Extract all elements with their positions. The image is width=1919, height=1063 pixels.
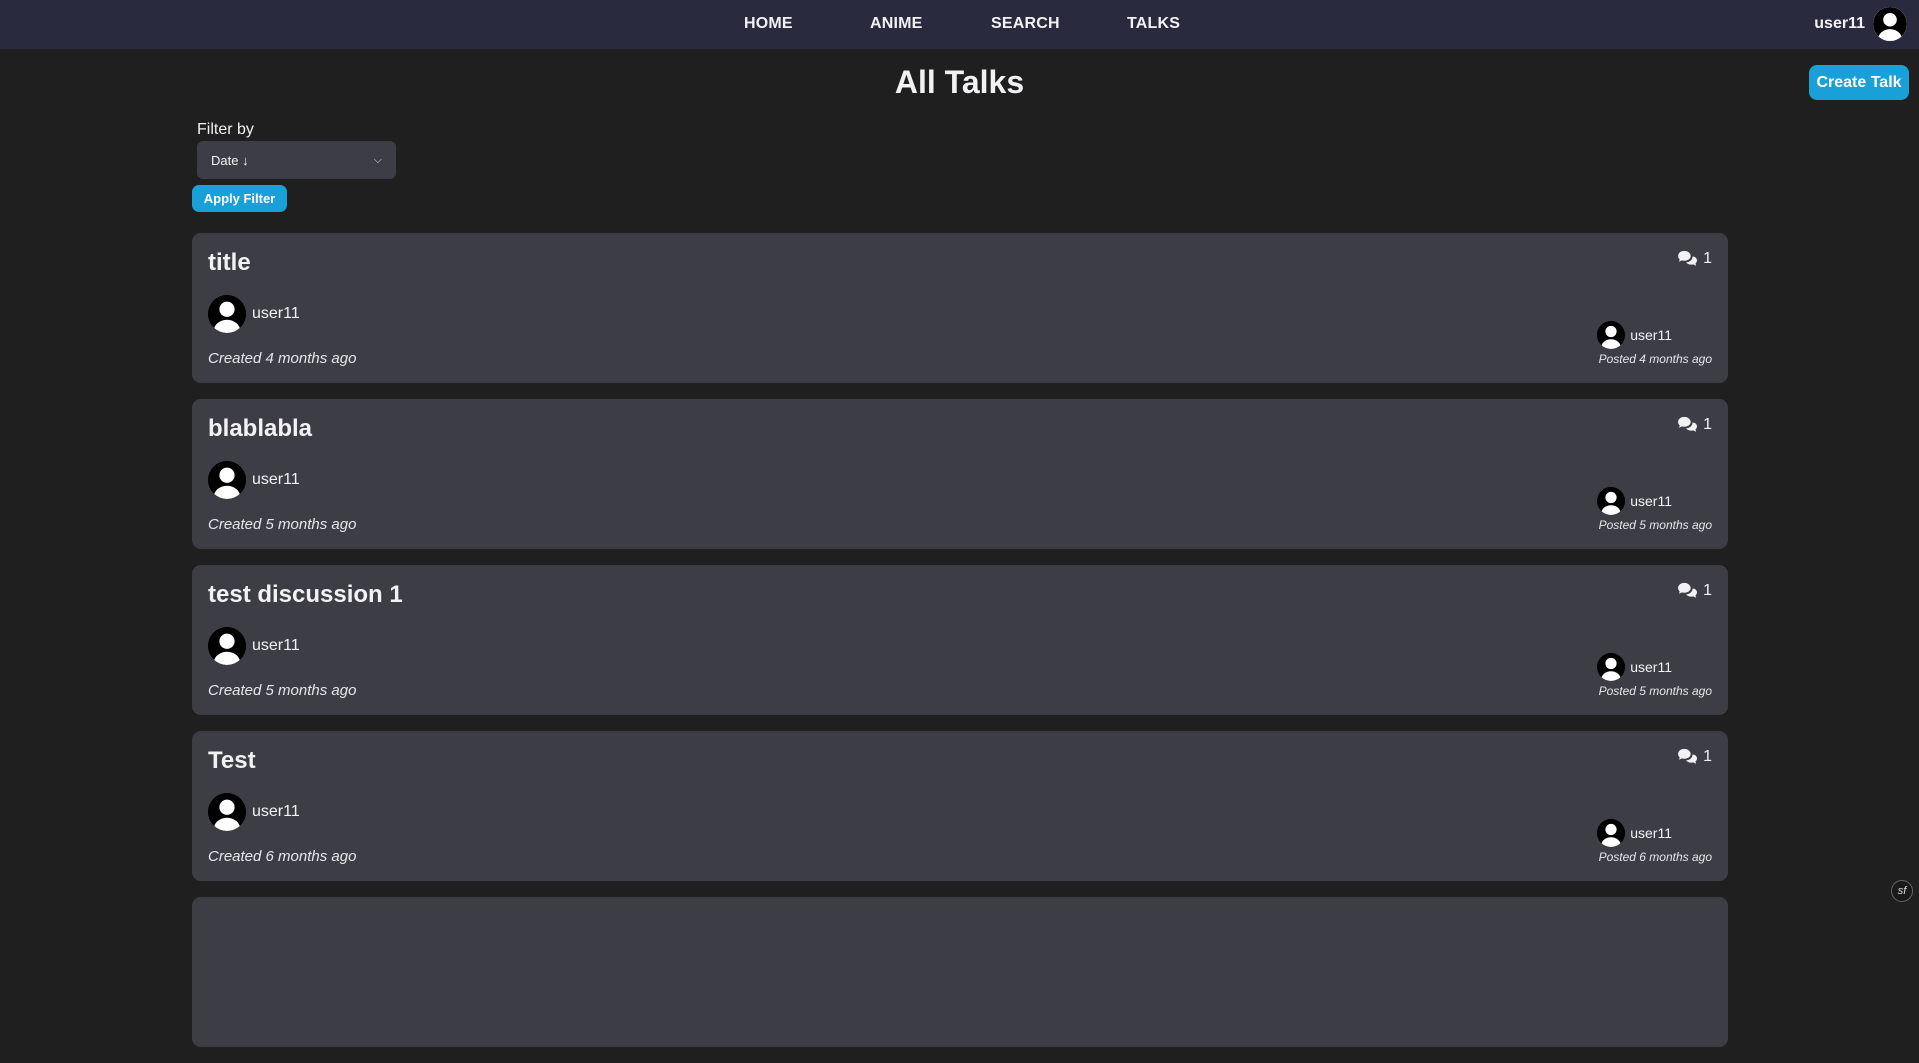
filter-select[interactable]: Date ↓ ⌵ bbox=[197, 141, 396, 179]
nav-link-talks[interactable]: TALKS bbox=[1127, 15, 1180, 33]
nav-link-home[interactable]: HOME bbox=[744, 15, 793, 33]
last-post-date: Posted 5 months ago bbox=[1599, 684, 1712, 698]
filter-selected-value: Date ↓ bbox=[211, 153, 249, 168]
talk-title[interactable]: test discussion 1 bbox=[208, 581, 403, 609]
comments-icon bbox=[1677, 250, 1699, 268]
talk-author-name: user11 bbox=[252, 803, 300, 821]
user-avatar-icon bbox=[208, 461, 246, 499]
comments-icon bbox=[1677, 582, 1699, 600]
last-post-author[interactable]: user11 bbox=[1597, 819, 1672, 847]
nav-link-anime[interactable]: ANIME bbox=[870, 15, 923, 33]
user-avatar-icon bbox=[1597, 653, 1625, 681]
talk-created-date: Created 5 months ago bbox=[208, 682, 356, 699]
symfony-icon[interactable]: sf bbox=[1891, 880, 1913, 902]
talk-author-name: user11 bbox=[252, 305, 300, 323]
talk-title[interactable]: title bbox=[208, 249, 251, 277]
last-post-author-name: user11 bbox=[1630, 825, 1672, 841]
last-post-author-name: user11 bbox=[1630, 327, 1672, 343]
create-talk-button[interactable]: Create Talk bbox=[1809, 65, 1909, 100]
apply-filter-button[interactable]: Apply Filter bbox=[192, 185, 287, 212]
talk-list: title user11 Created 4 months ago 1 user… bbox=[192, 233, 1728, 1063]
talk-author[interactable]: user11 bbox=[208, 793, 300, 831]
user-avatar-icon bbox=[208, 793, 246, 831]
user-avatar-icon[interactable] bbox=[1873, 7, 1907, 41]
user-avatar-icon bbox=[1597, 321, 1625, 349]
reply-count-value: 1 bbox=[1703, 582, 1712, 600]
talk-reply-count: 1 bbox=[1677, 416, 1712, 434]
user-avatar-icon bbox=[1597, 487, 1625, 515]
talk-title[interactable]: blablabla bbox=[208, 415, 312, 443]
reply-count-value: 1 bbox=[1703, 748, 1712, 766]
talk-author[interactable]: user11 bbox=[208, 295, 300, 333]
user-menu[interactable]: user11 bbox=[1814, 5, 1907, 43]
reply-count-value: 1 bbox=[1703, 250, 1712, 268]
talk-reply-count: 1 bbox=[1677, 250, 1712, 268]
user-avatar-icon bbox=[208, 627, 246, 665]
talk-created-date: Created 5 months ago bbox=[208, 516, 356, 533]
top-navbar: HOME ANIME SEARCH TALKS user11 bbox=[0, 0, 1919, 49]
talk-card[interactable]: title user11 Created 4 months ago 1 user… bbox=[192, 233, 1728, 383]
filter-label: Filter by bbox=[197, 121, 254, 139]
talk-reply-count: 1 bbox=[1677, 748, 1712, 766]
comments-icon bbox=[1677, 748, 1699, 766]
talk-author[interactable]: user11 bbox=[208, 461, 300, 499]
talk-card[interactable] bbox=[192, 897, 1728, 1047]
last-post-author-name: user11 bbox=[1630, 493, 1672, 509]
talk-author-name: user11 bbox=[252, 471, 300, 489]
user-avatar-icon bbox=[208, 295, 246, 333]
chevron-down-icon: ⌵ bbox=[374, 154, 382, 167]
last-post-author[interactable]: user11 bbox=[1597, 321, 1672, 349]
last-post-author-name: user11 bbox=[1630, 659, 1672, 675]
nav-link-search[interactable]: SEARCH bbox=[991, 15, 1060, 33]
last-post-author[interactable]: user11 bbox=[1597, 487, 1672, 515]
last-post-date: Posted 4 months ago bbox=[1599, 352, 1712, 366]
last-post-author[interactable]: user11 bbox=[1597, 653, 1672, 681]
talk-created-date: Created 4 months ago bbox=[208, 350, 356, 367]
talk-created-date: Created 6 months ago bbox=[208, 848, 356, 865]
reply-count-value: 1 bbox=[1703, 416, 1712, 434]
talk-author[interactable]: user11 bbox=[208, 627, 300, 665]
page-title: All Talks bbox=[0, 64, 1919, 101]
last-post-date: Posted 6 months ago bbox=[1599, 850, 1712, 864]
talk-card[interactable]: blablabla user11 Created 5 months ago 1 … bbox=[192, 399, 1728, 549]
nav-username[interactable]: user11 bbox=[1814, 15, 1865, 33]
last-post-date: Posted 5 months ago bbox=[1599, 518, 1712, 532]
talk-card[interactable]: Test user11 Created 6 months ago 1 user1… bbox=[192, 731, 1728, 881]
user-avatar-icon bbox=[1597, 819, 1625, 847]
talk-title[interactable]: Test bbox=[208, 747, 256, 775]
talk-author-name: user11 bbox=[252, 637, 300, 655]
nav-links: HOME ANIME SEARCH TALKS bbox=[0, 0, 1919, 49]
talk-reply-count: 1 bbox=[1677, 582, 1712, 600]
comments-icon bbox=[1677, 416, 1699, 434]
talk-card[interactable]: test discussion 1 user11 Created 5 month… bbox=[192, 565, 1728, 715]
